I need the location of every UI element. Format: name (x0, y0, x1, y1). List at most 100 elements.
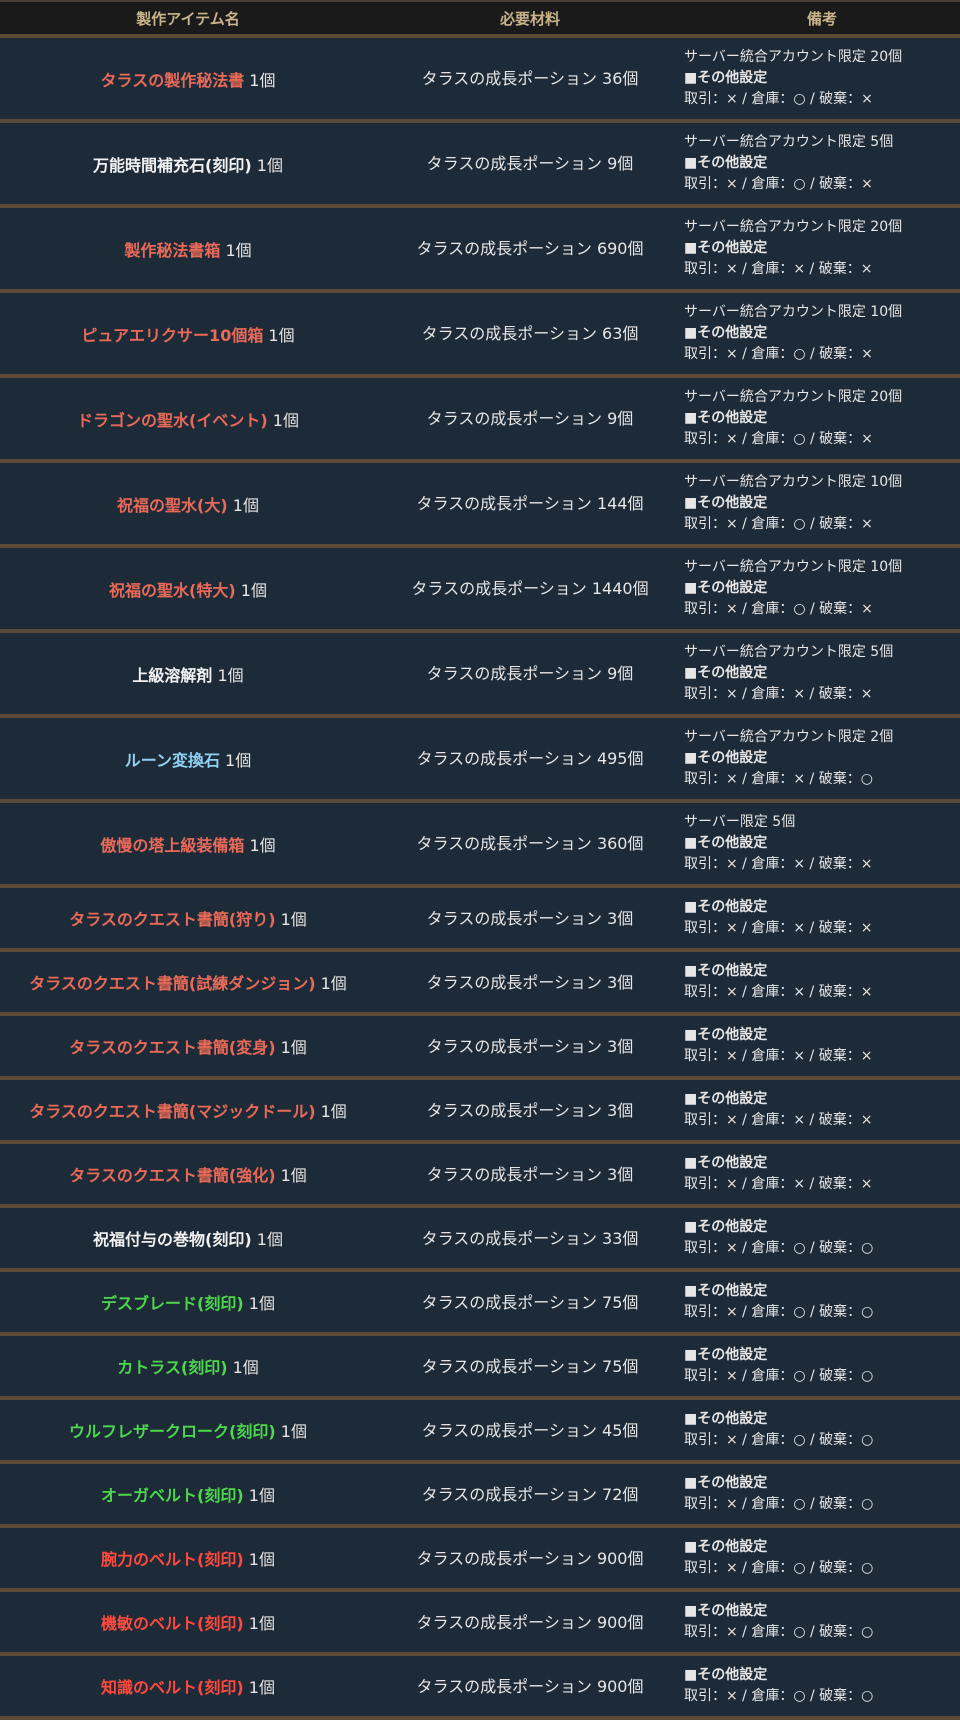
item-name: カトラス(刻印) (117, 1358, 228, 1377)
item-name: タラスの製作秘法書 (100, 70, 245, 90)
settings-text: 取引：× / 倉庫：○ / 破棄：○ (684, 1368, 874, 1384)
item-qty: 1個 (256, 1230, 283, 1249)
note-cell: サーバー統合アカウント限定 20個 ■その他設定 取引：× / 倉庫：× / 破棄：… (684, 206, 960, 293)
settings-text: 取引：× / 倉庫：× / 破棄：× (684, 686, 873, 702)
table-row: デスブレード(刻印) 1個 タラスの成長ポーション 75個 ■その他設定 取引：×… (0, 1270, 960, 1336)
note-cell: ■その他設定 取引：× / 倉庫：○ / 破棄：○ (684, 1526, 960, 1592)
settings-head: ■その他設定 (684, 750, 768, 766)
note-cell: ■その他設定 取引：× / 倉庫：○ / 破棄：○ (684, 1206, 960, 1272)
material-cell: タラスの成長ポーション 900個 (376, 1526, 684, 1592)
note-cell: ■その他設定取引：× / 倉庫：○ / 破棄：○ (684, 1654, 960, 1720)
table-row: ピュアエリクサー10個箱 1個 タラスの成長ポーション 63個 サーバー統合アカ… (0, 291, 960, 378)
item-name: 祝福付与の巻物(刻印) (93, 1230, 252, 1249)
item-name: 傲慢の塔上級装備箱 (100, 835, 245, 855)
item-name-cell: タラスのクエスト書簡(マジックドール) 1個 (0, 1078, 376, 1144)
settings-head: ■その他設定 (684, 899, 768, 915)
material-cell: タラスの成長ポーション 3個 (376, 1142, 684, 1208)
item-name: タラスのクエスト書簡(強化) (69, 1166, 276, 1185)
item-name-cell: タラスのクエスト書簡(変身) 1個 (0, 1014, 376, 1080)
table-row: タラスのクエスト書簡(マジックドール) 1個 タラスの成長ポーション 3個 ■そ… (0, 1078, 960, 1144)
item-qty: 1個 (225, 240, 252, 260)
item-qty: 1個 (268, 325, 295, 345)
limit-text: サーバー統合アカウント限定 20個 (684, 219, 903, 235)
item-name-cell: カトラス(刻印) 1個 (0, 1334, 376, 1400)
limit-text: サーバー統合アカウント限定 2個 (684, 729, 894, 745)
item-name: 機敏のベルト(刻印) (101, 1614, 244, 1633)
material-cell: タラスの成長ポーション 144個 (376, 461, 684, 548)
note-cell: サーバー統合アカウント限定 10個 ■その他設定 取引：× / 倉庫：○ / 破棄：… (684, 546, 960, 633)
item-name: 祝福の聖水(特大) (109, 580, 236, 600)
table-row: 知識のベルト(刻印) 1個 タラスの成長ポーション 900個 ■その他設定 取引：… (0, 1654, 960, 1720)
note-cell: サーバー統合アカウント限定 2個 ■その他設定 取引：× / 倉庫：× / 破棄：○ (684, 716, 960, 803)
limit-text: サーバー統合アカウント限定 10個 (684, 559, 903, 575)
item-qty: 1個 (280, 910, 307, 929)
settings-head: ■その他設定 (684, 240, 768, 256)
header-note: 備考 (684, 0, 960, 38)
settings-text: 取引：× / 倉庫：× / 破棄：× (684, 856, 873, 872)
item-name: 万能時間補充石(刻印) (93, 155, 252, 175)
settings-text: 取引：× / 倉庫：○ / 破棄：× (684, 176, 873, 192)
settings-head: ■その他設定 (684, 155, 768, 171)
material-cell: タラスの成長ポーション 3個 (376, 1014, 684, 1080)
item-name-cell: 機敏のベルト(刻印) 1個 (0, 1590, 376, 1656)
note-cell: サーバー限定 5個 ■その他設定 取引：× / 倉庫：× / 破棄：× (684, 801, 960, 888)
limit-text: サーバー限定 5個 (684, 814, 796, 830)
material-cell: タラスの成長ポーション 33個 (376, 1206, 684, 1272)
settings-head: ■その他設定 (684, 1667, 768, 1683)
item-name-cell: ドラゴンの聖水(イベント) 1個 (0, 376, 376, 463)
table-row: タラスの製作秘法書 1個 タラスの成長ポーション 36個 サーバー統合アカウント… (0, 36, 960, 123)
item-name-cell: 傲慢の塔上級装備箱 1個 (0, 801, 376, 888)
settings-head: ■その他設定 (684, 1283, 768, 1299)
table-row: オーガベルト(刻印) 1個 タラスの成長ポーション 72個 ■その他設定 取引：×… (0, 1462, 960, 1528)
item-name-cell: ピュアエリクサー10個箱 1個 (0, 291, 376, 378)
note-cell: ■その他設定 取引：× / 倉庫：○ / 破棄：○ (684, 1590, 960, 1656)
material-cell: タラスの成長ポーション 3個 (376, 1078, 684, 1144)
settings-text: 取引：× / 倉庫：× / 破棄：× (684, 1048, 873, 1064)
item-qty: 1個 (232, 495, 259, 515)
item-qty: 1個 (320, 1102, 347, 1121)
material-cell: タラスの成長ポーション 9個 (376, 376, 684, 463)
limit-text: サーバー統合アカウント限定 5個 (684, 644, 894, 660)
note-cell: ■その他設定 取引：× / 倉庫：× / 破棄：× (684, 886, 960, 952)
item-name: タラスのクエスト書簡(狩り) (69, 910, 276, 929)
table-row: 祝福の聖水(大) 1個 タラスの成長ポーション 144個 サーバー統合アカウント… (0, 461, 960, 548)
item-name: ピュアエリクサー10個箱 (81, 325, 264, 345)
table-row: 祝福付与の巻物(刻印) 1個 タラスの成長ポーション 33個 ■その他設定 取引：… (0, 1206, 960, 1272)
header-item-name: 製作アイテム名 (0, 0, 376, 38)
note-cell: サーバー統合アカウント限定 5個 ■その他設定 取引：× / 倉庫：○ / 破棄：× (684, 121, 960, 208)
settings-text: 取引：× / 倉庫：○ / 破棄：○ (684, 1304, 874, 1320)
item-name-cell: デスブレード(刻印) 1個 (0, 1270, 376, 1336)
item-name: タラスのクエスト書簡(試練ダンジョン) (29, 974, 316, 993)
item-qty: 1個 (248, 1294, 275, 1313)
material-cell: タラスの成長ポーション 9個 (376, 631, 684, 718)
item-qty: 1個 (248, 1486, 275, 1505)
table-row: 万能時間補充石(刻印) 1個 タラスの成長ポーション 9個 サーバー統合アカウン… (0, 121, 960, 208)
settings-text: 取引：× / 倉庫：○ / 破棄：○ (684, 1240, 874, 1256)
settings-text: 取引：× / 倉庫：○ / 破棄：× (684, 346, 873, 362)
note-cell: サーバー統合アカウント限定 20個 ■その他設定 取引：× / 倉庫：○ / 破棄：… (684, 376, 960, 463)
settings-text: 取引：× / 倉庫：○ / 破棄：× (684, 91, 873, 107)
material-cell: タラスの成長ポーション 45個 (376, 1398, 684, 1464)
note-cell: サーバー統合アカウント限定 20個 ■その他設定 取引：× / 倉庫：○ / 破棄：… (684, 36, 960, 123)
limit-text: サーバー統合アカウント限定 10個 (684, 474, 903, 490)
item-name-cell: 腕力のベルト(刻印) 1個 (0, 1526, 376, 1592)
item-qty: 1個 (280, 1038, 307, 1057)
settings-head: ■その他設定 (684, 1475, 768, 1491)
item-name: ウルフレザークローク(刻印) (69, 1422, 276, 1441)
item-name-cell: 万能時間補充石(刻印) 1個 (0, 121, 376, 208)
note-cell: ■その他設定 取引：× / 倉庫：× / 破棄：× (684, 950, 960, 1016)
note-cell: ■その他設定 取引：× / 倉庫：○ / 破棄：○ (684, 1334, 960, 1400)
item-qty: 1個 (280, 1422, 307, 1441)
item-qty: 1個 (232, 1358, 259, 1377)
settings-text: 取引：× / 倉庫：○ / 破棄：× (684, 601, 873, 617)
item-name: 腕力のベルト(刻印) (101, 1550, 244, 1569)
settings-text: 取引：× / 倉庫：○ / 破棄：× (684, 516, 873, 532)
settings-head: ■その他設定 (684, 410, 768, 426)
material-cell: タラスの成長ポーション 360個 (376, 801, 684, 888)
material-cell: タラスの成長ポーション 9個 (376, 121, 684, 208)
item-name: 上級溶解剤 (132, 665, 213, 685)
material-cell: タラスの成長ポーション 690個 (376, 206, 684, 293)
settings-text: 取引：× / 倉庫：○ / 破棄：○ (684, 1688, 874, 1704)
note-cell: サーバー統合アカウント限定 10個 ■その他設定 取引：× / 倉庫：○ / 破棄：… (684, 291, 960, 378)
note-cell: ■その他設定 取引：× / 倉庫：○ / 破棄：○ (684, 1462, 960, 1528)
